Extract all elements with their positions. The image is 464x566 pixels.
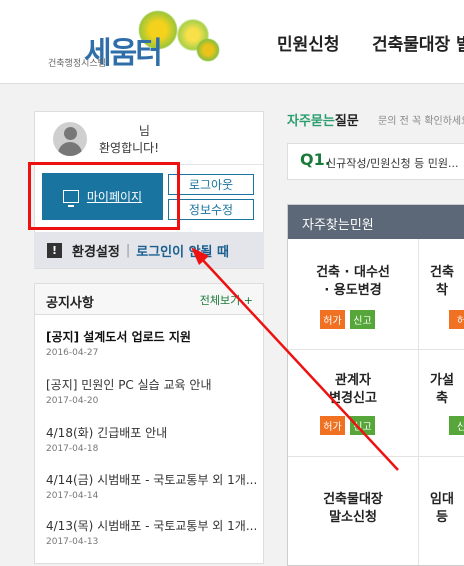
service-building-permit[interactable]: 건축 · 대수선 · 용도변경 허가 신고 (288, 240, 418, 348)
faq-question-text: 신규작성/민원신청 등 민원... (326, 157, 459, 170)
exclamation-icon: ! (47, 242, 62, 258)
edit-info-button[interactable]: 정보수정 (168, 199, 254, 220)
notice-item-date: 2017-04-14 (46, 491, 99, 501)
notice-panel: 공지사항 전체보기 + [공지] 설계도서 업로드 지원 2016-04-27 … (34, 283, 264, 564)
notice-item-title: [공지] 민원인 PC 실습 교육 안내 (46, 378, 212, 392)
service-register-cancel[interactable]: 건축물대장 말소신청 (288, 457, 418, 565)
service-title: 건축 착 (430, 265, 454, 298)
service-party-change[interactable]: 관계자 변경신고 허가 신고 (288, 350, 418, 455)
login-help-link[interactable]: 로그인이 안될 때 (136, 241, 229, 260)
nav-civil-application[interactable]: 민원신청 (277, 30, 340, 55)
notice-header: 공지사항 전체보기 + (35, 284, 263, 315)
flower-decoration-icon (196, 38, 220, 62)
site-header: 세움터 건축행정시스템 민원신청 건축물대장 발급 (0, 0, 464, 84)
notice-item-title: 4/18(화) 긴급배포 안내 (46, 426, 168, 440)
frequent-services-panel: 자주찾는민원 건축 · 대수선· 용도변경 허가 신고 건축착 허 관계자변경신… (287, 204, 464, 566)
notice-item-date: 2016-04-27 (46, 348, 99, 358)
settings-bar: ! 환경설정 | 로그인이 안될 때 (34, 232, 264, 268)
service-title: 관계자 변경신고 (329, 373, 377, 406)
notice-item[interactable]: 4/18(화) 긴급배포 안내 2017-04-18 (46, 424, 258, 454)
notice-item[interactable]: 4/14(금) 시범배포 - 국토교통부 외 1개... 2017-04-14 (46, 471, 258, 501)
notice-item-date: 2017-04-20 (46, 396, 99, 406)
service-title: 임대 등 (430, 492, 454, 525)
logout-button[interactable]: 로그아웃 (168, 174, 254, 195)
frequent-services-title: 자주찾는민원 (288, 205, 464, 239)
report-tag-button[interactable]: 신 (449, 416, 464, 435)
permit-tag-button[interactable]: 허 (449, 310, 464, 329)
service-title: 건축물대장 말소신청 (323, 492, 383, 525)
service-building-start[interactable]: 건축착 허 (419, 240, 464, 348)
notice-item[interactable]: [공지] 설계도서 업로드 지원 2016-04-27 (46, 328, 258, 358)
faq-subtitle: 문의 전 꼭 확인하세요 (378, 116, 464, 127)
notice-item-date: 2017-04-13 (46, 537, 99, 547)
service-temporary-building[interactable]: 가설축 신 (419, 350, 464, 455)
service-rental[interactable]: 임대 등 (419, 457, 464, 565)
permit-tag-button[interactable]: 허가 (320, 310, 345, 329)
report-tag-button[interactable]: 신고 (350, 416, 375, 435)
seumteo-logo[interactable]: 세움터 건축행정시스템 (46, 8, 226, 74)
notice-item[interactable]: 4/13(목) 시범배포 - 국토교통부 외 1개... 2017-04-13 (46, 517, 258, 547)
logo-subtitle: 건축행정시스템 (48, 59, 106, 69)
faq-title: 자주묻는질문 (287, 114, 359, 129)
user-name: 님 (99, 122, 150, 139)
nav-building-register[interactable]: 건축물대장 발급 (372, 30, 464, 55)
notice-item-title: 4/14(금) 시범배포 - 국토교통부 외 1개... (46, 473, 258, 487)
highlight-box (28, 162, 180, 230)
notice-item-title: 4/13(목) 시범배포 - 국토교통부 외 1개... (46, 519, 258, 533)
notice-item-title: [공지] 설계도서 업로드 지원 (46, 330, 191, 344)
notice-item-date: 2017-04-18 (46, 444, 99, 454)
welcome-text: 환영합니다! (99, 141, 160, 155)
report-tag-button[interactable]: 신고 (350, 310, 375, 329)
notice-item[interactable]: [공지] 민원인 PC 실습 교육 안내 2017-04-20 (46, 376, 258, 406)
user-avatar-icon (53, 122, 87, 156)
notice-title: 공지사항 (46, 296, 94, 311)
permit-tag-button[interactable]: 허가 (320, 416, 345, 435)
settings-link[interactable]: 환경설정 (72, 241, 120, 260)
faq-item[interactable]: Q1. 신규작성/민원신청 등 민원... (287, 143, 464, 180)
service-title: 건축 · 대수선 · 용도변경 (316, 265, 390, 298)
notice-view-all-link[interactable]: 전체보기 + (200, 292, 253, 308)
service-title: 가설 축 (430, 373, 454, 406)
separator: | (125, 242, 131, 258)
